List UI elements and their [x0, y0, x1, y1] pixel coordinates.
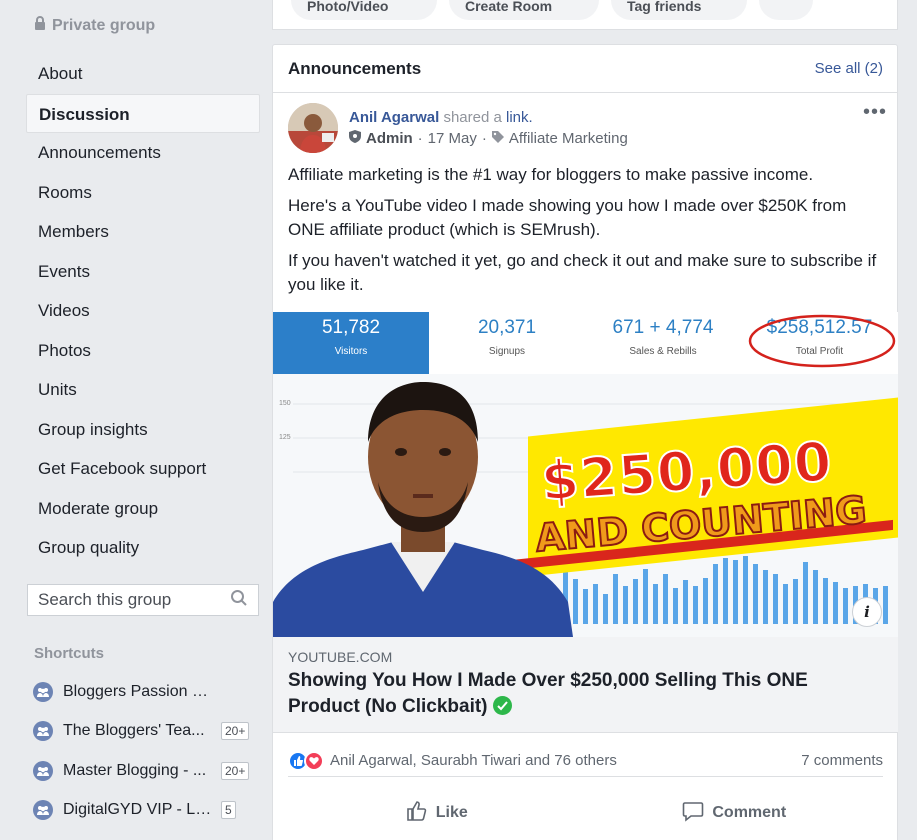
photo-video-button[interactable]: Photo/Video: [291, 0, 437, 20]
like-button[interactable]: Like: [288, 793, 586, 833]
shortcut-item[interactable]: The Bloggers' Tea... 20+: [33, 712, 258, 752]
reaction-summary[interactable]: Anil Agarwal, Saurabh Tiwari and 76 othe…: [288, 750, 617, 771]
link-title-text: Showing You How I Made Over $250,000 Sel…: [288, 670, 808, 717]
shortcuts-list: Bloggers Passion VIP ... The Bloggers' T…: [33, 672, 258, 830]
shortcut-label: Bloggers Passion VIP ...: [63, 682, 213, 700]
meta-separator: ·: [417, 130, 423, 147]
author-name[interactable]: Anil Agarwal: [349, 109, 439, 126]
post-actions: Like Comment: [288, 793, 883, 833]
sidebar-item-about[interactable]: About: [26, 54, 260, 94]
more-options-icon[interactable]: •••: [863, 102, 887, 122]
notification-badge: 20+: [221, 722, 250, 741]
tag-friends-button[interactable]: Tag friends: [611, 0, 747, 20]
shortcut-label: The Bloggers' Tea...: [63, 722, 205, 740]
love-reaction-icon: [304, 750, 324, 771]
group-nav: About Discussion Announcements Rooms Mem…: [26, 54, 260, 568]
sidebar-item-facebook-support[interactable]: Get Facebook support: [26, 449, 260, 489]
sidebar-item-members[interactable]: Members: [26, 212, 260, 252]
group-sidebar: Private group About Discussion Announcem…: [0, 0, 272, 840]
like-label: Like: [435, 804, 468, 821]
shortcut-item[interactable]: Master Blogging - ... 20+: [33, 751, 258, 791]
thumbs-up-icon: [406, 800, 428, 827]
shortcuts-title: Shortcuts: [34, 645, 105, 662]
group-icon: [33, 800, 53, 821]
sidebar-item-videos[interactable]: Videos: [26, 291, 260, 331]
comment-bubble-icon: [682, 800, 704, 827]
post-topic[interactable]: Affiliate Marketing: [509, 130, 628, 147]
info-icon[interactable]: i: [852, 597, 882, 627]
stat-sales: 671 + 4,774 Sales & Rebills: [585, 312, 741, 374]
sidebar-item-units[interactable]: Units: [26, 370, 260, 410]
see-all-link[interactable]: See all (2): [815, 60, 883, 77]
post-body: Affiliate marketing is the #1 way for bl…: [288, 163, 883, 304]
privacy-label: Private group: [52, 16, 156, 34]
tag-icon: [491, 130, 504, 147]
verified-check-icon: [492, 696, 512, 715]
post-date[interactable]: 17 May: [428, 130, 477, 147]
search-icon[interactable]: [230, 589, 248, 612]
group-icon: [33, 681, 53, 702]
notification-badge: 5: [221, 801, 236, 820]
reactor-names[interactable]: Anil Agarwal, Saurabh Tiwari and 76 othe…: [330, 752, 617, 769]
comment-button[interactable]: Comment: [586, 793, 884, 833]
post-paragraph: Here's a YouTube video I made showing yo…: [288, 196, 847, 239]
sidebar-item-group-quality[interactable]: Group quality: [26, 528, 260, 568]
shortcut-item[interactable]: Bloggers Passion VIP ...: [33, 672, 258, 712]
sidebar-item-discussion[interactable]: Discussion: [26, 93, 260, 133]
sidebar-item-group-insights[interactable]: Group insights: [26, 410, 260, 450]
link-title: Showing You How I Made Over $250,000 Sel…: [288, 668, 883, 720]
reactions-bar: Anil Agarwal, Saurabh Tiwari and 76 othe…: [288, 745, 883, 777]
announcements-title: Announcements: [288, 58, 422, 78]
shortcut-item[interactable]: DigitalGYD VIP - Lea... 5: [33, 791, 258, 831]
composer-actions: Photo/Video Create Room Tag friends: [272, 0, 898, 30]
shortcut-label: DigitalGYD VIP - Lea...: [63, 801, 213, 819]
group-icon: [33, 721, 53, 742]
shortcut-label: Master Blogging - ...: [63, 761, 207, 779]
more-actions-button[interactable]: [759, 0, 813, 20]
notification-badge: 20+: [221, 761, 250, 780]
post-action-text: shared a: [443, 109, 502, 126]
sidebar-item-moderate-group[interactable]: Moderate group: [26, 489, 260, 529]
group-search-box: [27, 584, 259, 616]
meta-separator: ·: [481, 130, 487, 147]
presenter-image: [273, 382, 573, 637]
group-search-input[interactable]: [38, 590, 230, 610]
shared-link-text[interactable]: link.: [506, 109, 533, 126]
announcements-header: Announcements See all (2): [273, 45, 897, 93]
link-preview[interactable]: YOUTUBE.COM Showing You How I Made Over …: [273, 637, 898, 733]
post-header: Anil Agarwal shared a link. Admin · 17 M…: [288, 102, 887, 153]
author-avatar[interactable]: [288, 103, 338, 153]
post-paragraph: If you haven't watched it yet, go and ch…: [288, 251, 877, 294]
create-room-button[interactable]: Create Room: [449, 0, 599, 20]
red-circle-highlight: [748, 314, 896, 368]
author-line: Anil Agarwal shared a link.: [349, 109, 533, 126]
sidebar-item-announcements[interactable]: Announcements: [26, 133, 260, 173]
post-meta: Admin · 17 May · Affiliate Marketing: [349, 130, 628, 147]
sidebar-item-events[interactable]: Events: [26, 252, 260, 292]
page-right-edge: [898, 0, 917, 840]
link-domain: YOUTUBE.COM: [288, 649, 393, 665]
comment-label: Comment: [712, 804, 787, 821]
sidebar-item-rooms[interactable]: Rooms: [26, 173, 260, 213]
stat-total-profit: $258,512.57 Total Profit: [741, 312, 898, 374]
sidebar-item-photos[interactable]: Photos: [26, 331, 260, 371]
admin-badge: Admin: [366, 130, 413, 147]
group-privacy: Private group: [34, 16, 155, 35]
lock-icon: [34, 16, 46, 35]
post-paragraph: Affiliate marketing is the #1 way for bl…: [288, 165, 814, 184]
comments-count[interactable]: 7 comments: [801, 752, 883, 769]
admin-shield-icon: [349, 130, 361, 147]
group-icon: [33, 760, 53, 781]
announcements-card: Announcements See all (2) Anil Agarwal s…: [272, 44, 898, 840]
video-thumbnail[interactable]: 51,782 Visitors 20,371 Signups 671 + 4,7…: [273, 312, 898, 637]
